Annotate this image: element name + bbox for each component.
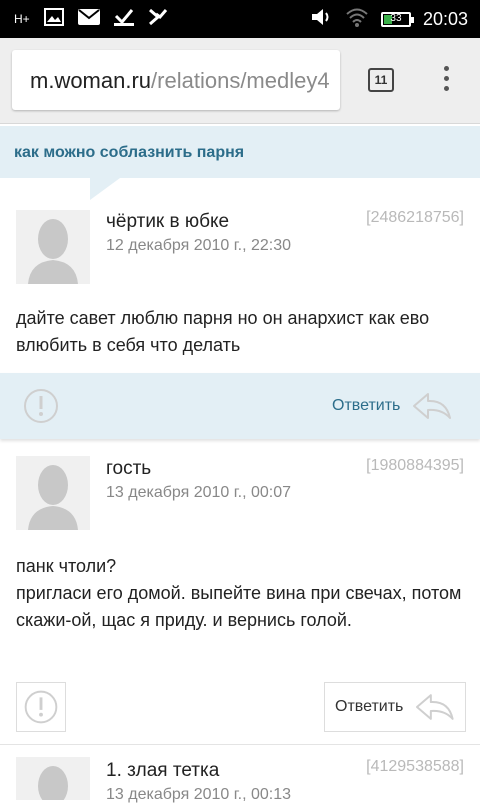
status-bar: H+ 33 20:03 <box>0 0 480 38</box>
check-icon <box>148 8 168 31</box>
topic-pointer <box>90 178 120 200</box>
reply-label: Ответить <box>335 698 404 715</box>
comment-body: дайте савет люблю парня но он анархист к… <box>16 308 430 355</box>
wifi-icon <box>345 7 369 32</box>
comment-actions: Ответить <box>0 373 480 439</box>
comment-date: 13 декабря 2010 г., 00:13 <box>106 786 292 803</box>
image-icon <box>43 7 64 31</box>
comment-id: [2486218756] <box>366 209 464 226</box>
report-button[interactable] <box>16 381 66 431</box>
network-signal-icon: H+ <box>14 12 30 26</box>
comment-date: 13 декабря 2010 г., 00:07 <box>106 484 292 501</box>
comment-author[interactable]: чёртик в юбке <box>106 211 229 233</box>
reply-button[interactable]: Ответить <box>324 682 466 732</box>
url-host: m.woman.ru <box>30 68 152 93</box>
topic-title[interactable]: как можно соблазнить парня <box>14 144 244 162</box>
reply-arrow-icon <box>413 393 452 419</box>
topic-banner: как можно соблазнить парня <box>0 126 480 178</box>
url-path: /relations/medley4 <box>151 68 330 93</box>
reply-arrow-icon <box>416 694 455 720</box>
tab-switcher-button[interactable]: 11 <box>368 68 394 92</box>
reply-label: Ответить <box>332 397 401 414</box>
clock: 20:03 <box>422 8 468 29</box>
browser-toolbar: m.woman.ru/relations/medley4 11 <box>0 38 480 124</box>
comment-id: [4129538588] <box>366 758 464 775</box>
comment-body: панк чтоли? пригласи его домой. выпейте … <box>16 556 462 630</box>
warning-icon <box>24 389 58 423</box>
check-icon <box>113 8 134 31</box>
comment-author[interactable]: гость <box>106 458 151 480</box>
volume-icon <box>311 7 333 32</box>
avatar <box>16 210 90 284</box>
warning-icon <box>24 690 58 724</box>
avatar <box>16 757 90 800</box>
report-button[interactable] <box>16 682 66 732</box>
divider <box>0 744 480 745</box>
comment-author[interactable]: 1. злая тетка <box>106 760 219 782</box>
overflow-menu-icon[interactable] <box>436 66 456 96</box>
avatar <box>16 456 90 530</box>
address-bar[interactable]: m.woman.ru/relations/medley4 <box>12 50 340 110</box>
reply-button[interactable]: Ответить <box>322 381 462 431</box>
battery-icon: 33 <box>380 11 414 27</box>
comment-date: 12 декабря 2010 г., 22:30 <box>106 237 292 254</box>
comment-id: [1980884395] <box>366 457 464 474</box>
mail-icon <box>77 8 100 30</box>
